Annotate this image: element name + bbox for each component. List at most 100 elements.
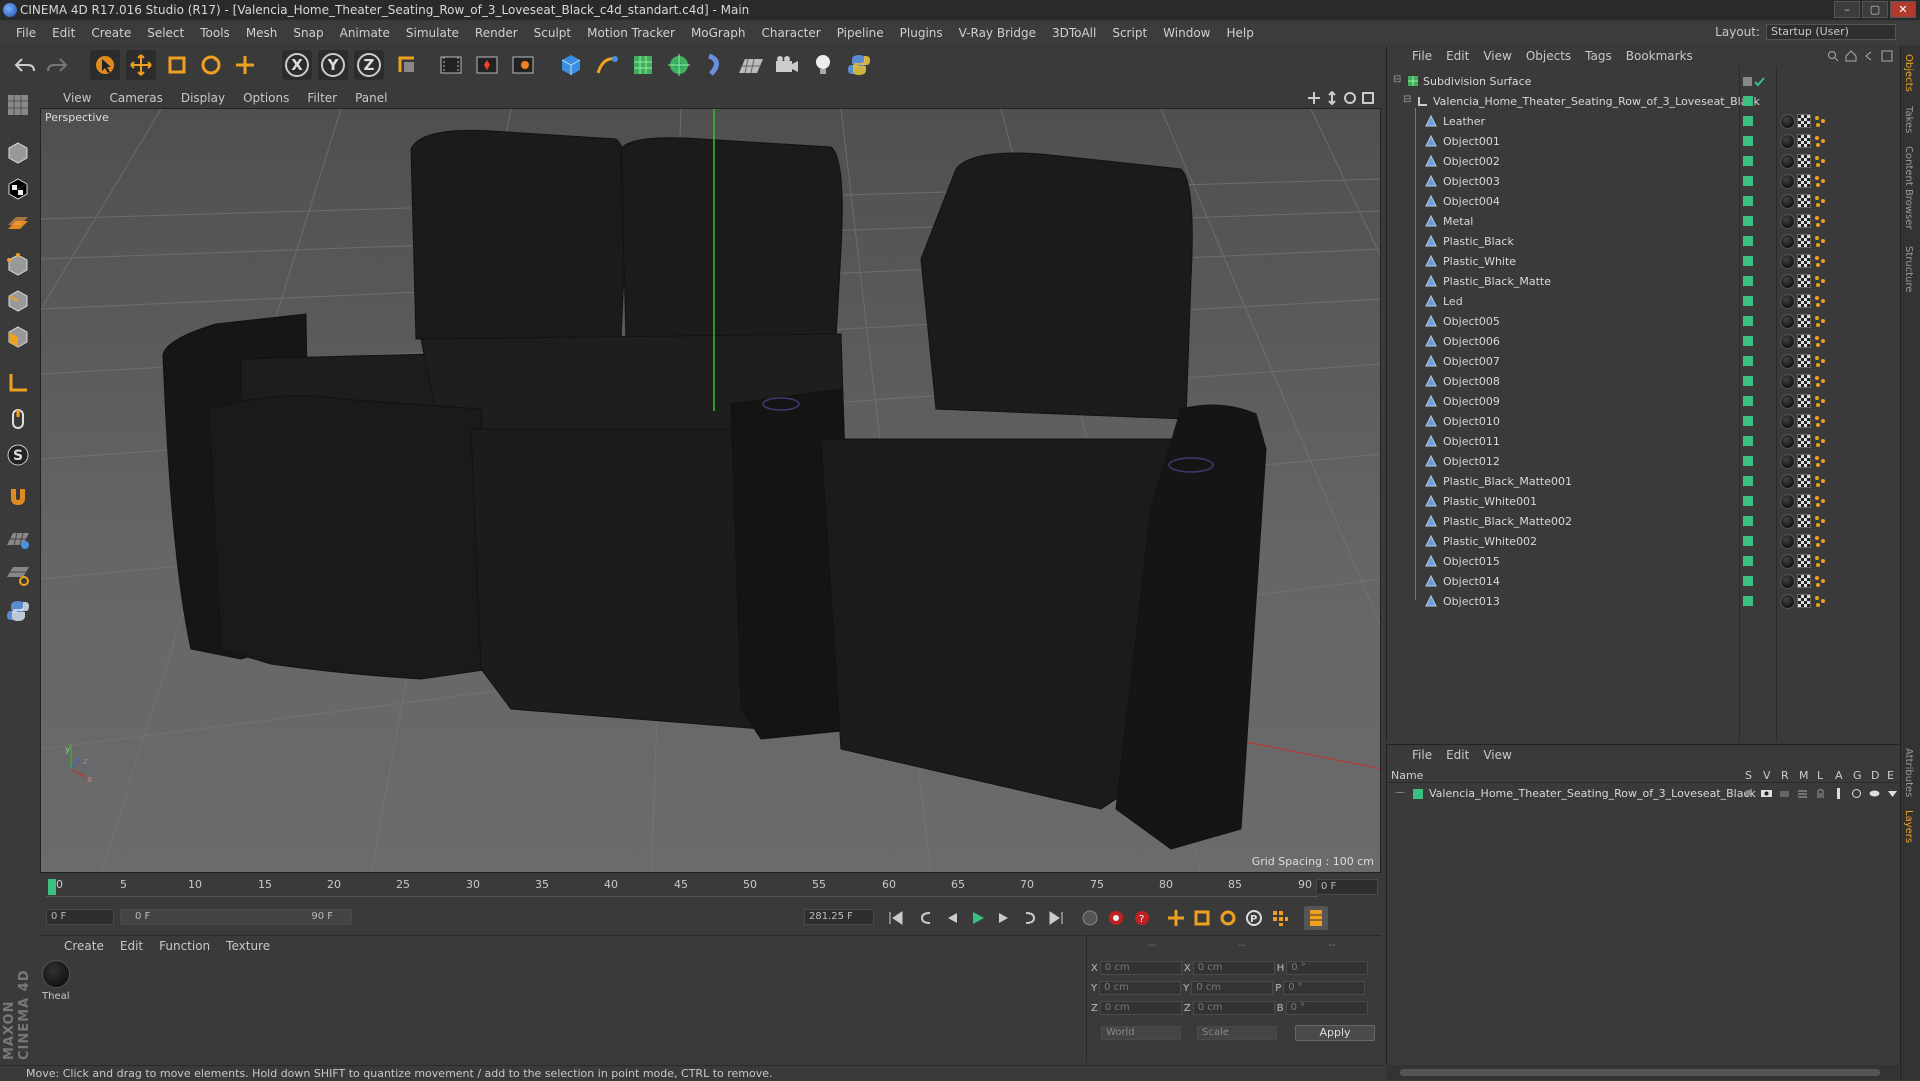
uvw-tag-icon[interactable] — [1797, 594, 1811, 608]
phong-tag-icon[interactable] — [1813, 474, 1827, 488]
key-position-icon[interactable] — [1164, 906, 1188, 930]
go-to-start-icon[interactable] — [884, 906, 908, 930]
material-tag-icon[interactable] — [1780, 474, 1795, 489]
menu-simulate[interactable]: Simulate — [398, 26, 467, 40]
tab-takes[interactable]: Takes — [1903, 106, 1914, 133]
record-keys-icon[interactable] — [1078, 906, 1102, 930]
size-x-field[interactable]: 0 cm — [1192, 961, 1275, 975]
material-swatch-theal[interactable]: Theal — [42, 960, 72, 1006]
tree-row-object[interactable]: Led — [1387, 292, 1900, 312]
objects-menu-tags[interactable]: Tags — [1578, 49, 1619, 63]
viewport-menu-options[interactable]: Options — [234, 91, 298, 105]
phong-tag-icon[interactable] — [1813, 414, 1827, 428]
collapse-toggle-icon[interactable]: ⊟ — [1393, 74, 1401, 85]
objects-menu-file[interactable]: File — [1405, 49, 1439, 63]
texture-mode-icon[interactable] — [3, 174, 33, 204]
snap-icon[interactable]: S — [3, 440, 33, 470]
uvw-tag-icon[interactable] — [1797, 374, 1811, 388]
menu-pipeline[interactable]: Pipeline — [829, 26, 892, 40]
tree-row-object[interactable]: Object002 — [1387, 152, 1900, 172]
scrollbar-thumb[interactable] — [1400, 1069, 1880, 1076]
phong-tag-icon[interactable] — [1813, 594, 1827, 608]
play-icon[interactable] — [966, 906, 990, 930]
layer-color-swatch[interactable] — [1743, 336, 1753, 346]
material-tag-icon[interactable] — [1780, 274, 1795, 289]
frame-range-slider[interactable]: 0 F 90 F — [120, 909, 352, 925]
uvw-tag-icon[interactable] — [1797, 394, 1811, 408]
uvw-tag-icon[interactable] — [1797, 414, 1811, 428]
scale-tool-icon[interactable] — [162, 50, 192, 80]
objects-menu-bookmarks[interactable]: Bookmarks — [1619, 49, 1700, 63]
uvw-tag-icon[interactable] — [1797, 554, 1811, 568]
layer-color-swatch[interactable] — [1743, 116, 1753, 126]
menu-mesh[interactable]: Mesh — [238, 26, 286, 40]
next-key-icon[interactable] — [1018, 906, 1042, 930]
viewport-menu-filter[interactable]: Filter — [298, 91, 346, 105]
phong-tag-icon[interactable] — [1813, 214, 1827, 228]
layer-color-swatch[interactable] — [1743, 216, 1753, 226]
layer-color-swatch[interactable] — [1743, 436, 1753, 446]
generators-icon[interactable] — [1851, 788, 1862, 799]
points-mode-icon[interactable] — [3, 250, 33, 280]
tab-structure[interactable]: Structure — [1903, 246, 1914, 293]
prev-key-icon[interactable] — [914, 906, 938, 930]
live-selection-icon[interactable] — [230, 50, 260, 80]
layer-color-swatch[interactable] — [1743, 576, 1753, 586]
tab-objects[interactable]: Objects — [1903, 54, 1914, 92]
lock-icon[interactable] — [1815, 788, 1826, 799]
axis-z-lock-button[interactable]: Z — [354, 50, 384, 80]
3d-viewport[interactable]: Perspective y x z Grid Spacing : 100 cm — [40, 108, 1381, 873]
viewport-menu-cameras[interactable]: Cameras — [100, 91, 171, 105]
position-z-field[interactable]: 0 cm — [1099, 1001, 1182, 1015]
material-tag-icon[interactable] — [1780, 134, 1795, 149]
phong-tag-icon[interactable] — [1813, 434, 1827, 448]
back-icon[interactable] — [1863, 50, 1875, 62]
rotation-h-field[interactable]: 0 ° — [1286, 961, 1369, 975]
collapse-toggle-icon[interactable]: ⊟ — [1403, 94, 1411, 105]
tree-row-object[interactable]: Plastic_White — [1387, 252, 1900, 272]
keyframe-selection-icon[interactable]: ? — [1130, 906, 1154, 930]
material-tag-icon[interactable] — [1780, 174, 1795, 189]
objects-menu-edit[interactable]: Edit — [1439, 49, 1476, 63]
python-script-icon[interactable] — [3, 596, 33, 626]
tree-row-object[interactable]: Plastic_White001 — [1387, 492, 1900, 512]
home-icon[interactable] — [1845, 50, 1857, 62]
auto-key-icon[interactable] — [1104, 906, 1128, 930]
size-y-field[interactable]: 0 cm — [1191, 981, 1274, 995]
uvw-tag-icon[interactable] — [1797, 134, 1811, 148]
uvw-tag-icon[interactable] — [1797, 214, 1811, 228]
tree-row-object[interactable]: Object011 — [1387, 432, 1900, 452]
menu-tools[interactable]: Tools — [192, 26, 238, 40]
uvw-tag-icon[interactable] — [1797, 154, 1811, 168]
search-icon[interactable] — [1827, 50, 1839, 62]
material-tag-icon[interactable] — [1780, 574, 1795, 589]
material-menu-texture[interactable]: Texture — [218, 939, 278, 953]
tree-row-object[interactable]: Object009 — [1387, 392, 1900, 412]
material-tag-icon[interactable] — [1780, 554, 1795, 569]
start-frame-field[interactable]: 0 F — [46, 909, 114, 925]
maximize-button[interactable]: ▢ — [1862, 1, 1888, 18]
uvw-tag-icon[interactable] — [1797, 194, 1811, 208]
layer-color-swatch[interactable] — [1743, 296, 1753, 306]
position-y-field[interactable]: 0 cm — [1099, 981, 1182, 995]
layer-color-swatch[interactable] — [1743, 356, 1753, 366]
timeline-ruler[interactable]: 0 5 10 15 20 25 30 35 40 45 50 55 60 65 … — [40, 875, 1381, 899]
layer-color-swatch[interactable] — [1743, 236, 1753, 246]
camera-icon[interactable] — [772, 50, 802, 80]
layers-menu-file[interactable]: File — [1405, 748, 1439, 762]
layer-color-swatch[interactable] — [1743, 376, 1753, 386]
tree-row-object[interactable]: Plastic_Black_Matte002 — [1387, 512, 1900, 532]
expressions-icon[interactable] — [1887, 788, 1898, 799]
position-x-field[interactable]: 0 cm — [1099, 961, 1182, 975]
layer-row[interactable]: — Valencia_Home_Theater_Seating_Row_of_3… — [1387, 785, 1900, 803]
pan-view-icon[interactable] — [1307, 91, 1321, 105]
coordinate-system-icon[interactable] — [392, 50, 422, 80]
tree-row-object[interactable]: Object006 — [1387, 332, 1900, 352]
menu-file[interactable]: File — [8, 26, 44, 40]
make-editable-icon[interactable] — [3, 90, 33, 120]
transform-mode-dropdown[interactable]: Scale — [1197, 1026, 1277, 1040]
layers-menu-edit[interactable]: Edit — [1439, 748, 1476, 762]
menu-plugins[interactable]: Plugins — [892, 26, 951, 40]
material-menu-create[interactable]: Create — [56, 939, 112, 953]
tree-row-subdivision-surface[interactable]: ⊟ Subdivision Surface — [1387, 72, 1900, 92]
